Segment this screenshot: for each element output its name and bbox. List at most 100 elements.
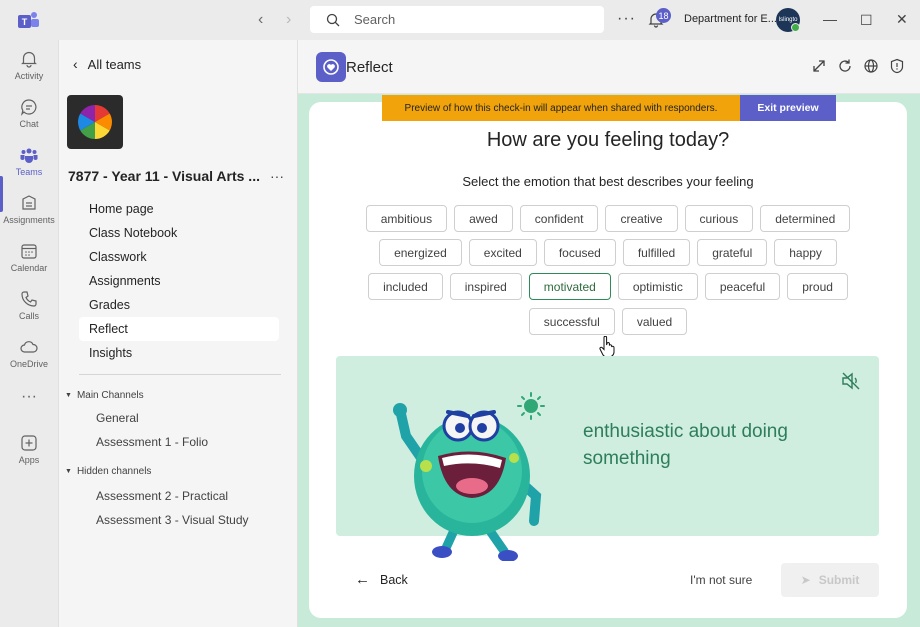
emotion-chip[interactable]: excited: [468, 239, 537, 266]
emotion-chip[interactable]: confident: [519, 205, 599, 232]
app-title: Reflect: [346, 59, 393, 76]
app-rail: Activity Chat Teams Assignments Calendar…: [0, 40, 58, 627]
main-panel: Reflect Preview of how this check-in wil…: [298, 40, 920, 627]
back-label: Back: [380, 572, 408, 587]
nav-reflect[interactable]: Reflect: [79, 317, 279, 341]
nav-grades[interactable]: Grades: [79, 293, 279, 317]
rail-label: Assignments: [3, 215, 55, 225]
phone-icon: [21, 291, 37, 307]
channel-assessment-1[interactable]: Assessment 1 - Folio: [96, 435, 208, 449]
rail-item-assignments[interactable]: Assignments: [0, 190, 58, 234]
rail-item-activity[interactable]: Activity: [0, 46, 58, 90]
org-name[interactable]: Department for E...: [684, 13, 777, 25]
exit-preview-button[interactable]: Exit preview: [740, 95, 836, 121]
rail-item-teams[interactable]: Teams: [0, 142, 58, 186]
expand-icon[interactable]: [811, 58, 827, 74]
rail-item-calendar[interactable]: Calendar: [0, 238, 58, 282]
globe-icon[interactable]: [863, 58, 879, 74]
app-header: Reflect: [298, 40, 920, 94]
teams-logo-icon[interactable]: T: [18, 10, 40, 30]
team-more-icon[interactable]: ···: [270, 168, 284, 184]
rail-label: Activity: [14, 71, 44, 81]
cloud-icon: [20, 341, 38, 353]
chevron-left-icon: ‹: [73, 56, 78, 72]
emotion-chip[interactable]: fulfilled: [622, 239, 691, 266]
all-teams-label: All teams: [87, 56, 142, 72]
team-avatar: [67, 95, 123, 149]
calendar-icon: [21, 244, 37, 259]
apps-icon: [21, 435, 37, 451]
emotion-row: energized excited focused fulfilled grat…: [309, 239, 907, 266]
emotion-chip[interactable]: happy: [774, 239, 837, 266]
rail-item-calls[interactable]: Calls: [0, 286, 58, 330]
main-channels-header[interactable]: ▼ Main Channels: [65, 390, 144, 401]
emotion-chip[interactable]: optimistic: [617, 273, 698, 300]
minimize-icon[interactable]: —: [823, 11, 837, 27]
emotion-chip[interactable]: included: [368, 273, 443, 300]
nav-home-page[interactable]: Home page: [79, 197, 279, 221]
emotion-row: ambitious awed confident creative curiou…: [309, 205, 907, 232]
emotion-chip[interactable]: focused: [543, 239, 616, 266]
title-bar: T ‹ › Search ··· 18 Department for E... …: [0, 0, 920, 40]
emotion-row: successful valued: [309, 308, 907, 335]
rail-item-apps[interactable]: Apps: [0, 430, 58, 474]
nav-class-notebook[interactable]: Class Notebook: [79, 221, 279, 245]
back-button[interactable]: ← Back: [355, 571, 408, 588]
emotion-chip[interactable]: inspired: [449, 273, 522, 300]
hand-cursor-icon: [599, 336, 615, 358]
search-placeholder: Search: [354, 12, 396, 27]
rail-item-onedrive[interactable]: OneDrive: [0, 334, 58, 378]
nav-insights[interactable]: Insights: [79, 341, 279, 365]
emotion-chip-selected[interactable]: motivated: [528, 273, 611, 300]
emotion-chip[interactable]: curious: [684, 205, 754, 232]
all-teams-link[interactable]: ‹ All teams: [73, 56, 141, 72]
monster-illustration-icon: [393, 392, 545, 561]
rail-more-icon[interactable]: ···: [0, 388, 58, 432]
emotion-chip[interactable]: proud: [787, 273, 848, 300]
emotion-chip[interactable]: awed: [454, 205, 513, 232]
emotion-chip[interactable]: successful: [528, 308, 615, 335]
refresh-icon[interactable]: [837, 58, 853, 74]
emotion-chip[interactable]: creative: [605, 205, 678, 232]
arrow-left-icon: ←: [355, 571, 370, 588]
nav-assignments[interactable]: Assignments: [79, 269, 279, 293]
bell-icon: [21, 51, 37, 68]
rail-label: OneDrive: [9, 359, 48, 369]
shield-icon[interactable]: [889, 58, 905, 74]
search-input[interactable]: Search: [310, 6, 604, 33]
channel-general[interactable]: General: [96, 411, 139, 425]
mute-icon[interactable]: [841, 372, 861, 390]
feeling-panel: enthusiastic about doing something: [336, 356, 879, 561]
emotion-row: included inspired motivated optimistic p…: [309, 273, 907, 300]
emotion-chip[interactable]: valued: [621, 308, 688, 335]
channel-assessment-3[interactable]: Assessment 3 - Visual Study: [96, 513, 249, 527]
forward-arrow-icon[interactable]: ›: [286, 11, 291, 29]
emotion-chip[interactable]: ambitious: [365, 205, 448, 232]
emotion-chip[interactable]: grateful: [697, 239, 768, 266]
channel-assessment-2[interactable]: Assessment 2 - Practical: [96, 489, 228, 503]
maximize-icon[interactable]: ☐: [860, 12, 873, 29]
emotion-chip[interactable]: determined: [760, 205, 851, 232]
rail-item-chat[interactable]: Chat: [0, 94, 58, 138]
emotion-chip[interactable]: peaceful: [704, 273, 781, 300]
search-icon: [326, 13, 340, 26]
feeling-description: enthusiastic about doing something: [583, 421, 788, 469]
send-icon: ➤: [800, 573, 811, 587]
back-arrow-icon[interactable]: ‹: [258, 11, 263, 29]
hidden-channels-header[interactable]: ▼ Hidden channels: [65, 466, 151, 477]
more-options-icon[interactable]: ···: [617, 10, 636, 28]
team-name: 7877 - Year 11 - Visual Arts ...: [68, 168, 260, 184]
emotion-chip[interactable]: energized: [379, 239, 462, 266]
not-sure-button[interactable]: I'm not sure: [690, 573, 752, 587]
close-icon[interactable]: ✕: [896, 11, 908, 28]
main-channels-label: Main Channels: [76, 390, 144, 401]
rail-label: Apps: [18, 455, 40, 465]
question-title: How are you feeling today?: [486, 129, 730, 151]
svg-text:T: T: [22, 17, 28, 27]
nav-classwork[interactable]: Classwork: [79, 245, 279, 269]
submit-button[interactable]: ➤ Submit: [781, 563, 879, 597]
assignments-icon: [22, 195, 36, 210]
instruction-text: Select the emotion that best describes y…: [462, 174, 754, 189]
reflect-app-icon: [316, 52, 346, 82]
rail-label: Calls: [18, 311, 39, 321]
